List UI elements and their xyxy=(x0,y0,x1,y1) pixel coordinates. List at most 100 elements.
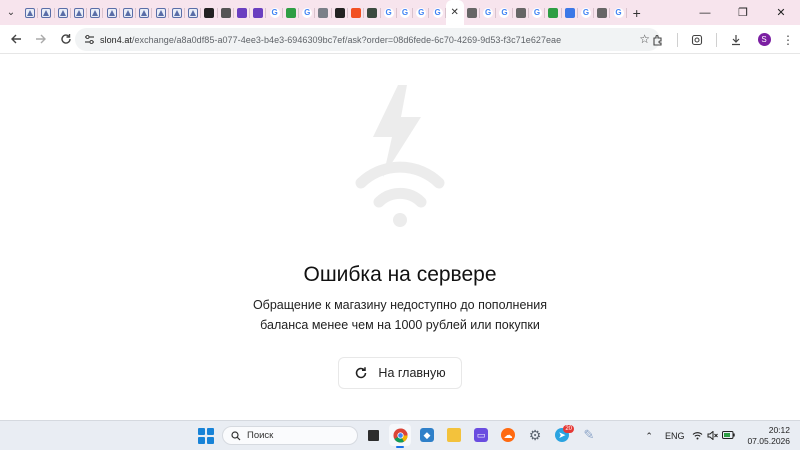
tab-active[interactable]: ✕ xyxy=(445,0,464,25)
minimize-icon[interactable]: — xyxy=(686,0,724,25)
profile-initial: S xyxy=(757,33,771,46)
tab[interactable] xyxy=(315,0,332,25)
taskbar: Поиск ◆ ▭ ☁ ⚙ ➤ 20 ✎ ⌃ ENG 20:12 07.05.2… xyxy=(0,420,800,450)
tab[interactable] xyxy=(201,0,218,25)
google-icon: G xyxy=(499,7,510,18)
tab[interactable] xyxy=(152,0,169,25)
settings-gear-icon[interactable]: ⚙ xyxy=(524,424,546,446)
tab[interactable] xyxy=(55,0,72,25)
tab[interactable] xyxy=(234,0,251,25)
tab[interactable]: G xyxy=(480,0,497,25)
tab[interactable] xyxy=(562,0,579,25)
tab[interactable]: G xyxy=(299,0,316,25)
clock[interactable]: 20:12 07.05.2026 xyxy=(747,425,790,447)
tab[interactable]: G xyxy=(529,0,546,25)
google-icon: G xyxy=(269,7,280,18)
browser-menu-icon[interactable]: ⋮ xyxy=(776,25,800,54)
language-indicator[interactable]: ENG xyxy=(665,431,685,441)
ad-icon xyxy=(188,7,199,18)
close-tab-icon[interactable]: ✕ xyxy=(451,7,459,18)
ad-icon xyxy=(41,7,52,18)
tab[interactable] xyxy=(332,0,349,25)
circle-icon xyxy=(220,7,231,18)
tab[interactable] xyxy=(38,0,55,25)
chrome-icon[interactable] xyxy=(389,424,411,448)
tab[interactable] xyxy=(250,0,267,25)
microsoft-icon xyxy=(351,7,362,18)
address-bar[interactable]: slon4.at/exchange/a8a0df85-a077-4ee3-b4e… xyxy=(75,28,660,51)
telegram-icon[interactable]: ➤ 20 xyxy=(551,424,574,446)
volume-muted-icon[interactable] xyxy=(707,429,719,442)
ad-icon xyxy=(90,7,101,18)
telegram-unread-badge: 20 xyxy=(563,425,574,433)
tab[interactable]: G xyxy=(397,0,414,25)
home-button[interactable]: На главную xyxy=(338,357,462,389)
forward-arrow-icon[interactable] xyxy=(28,27,53,52)
clock-time: 20:12 xyxy=(768,425,790,435)
tab[interactable] xyxy=(169,0,186,25)
tab[interactable] xyxy=(513,0,530,25)
github-icon xyxy=(204,7,215,18)
tab[interactable] xyxy=(218,0,235,25)
wifi-icon[interactable] xyxy=(692,431,703,442)
ad-icon xyxy=(171,7,182,18)
tab[interactable] xyxy=(22,0,39,25)
extensions-icon[interactable] xyxy=(642,25,674,54)
tab[interactable]: G xyxy=(381,0,398,25)
tab[interactable] xyxy=(464,0,481,25)
ad-icon xyxy=(122,7,133,18)
tab[interactable] xyxy=(87,0,104,25)
tab[interactable] xyxy=(103,0,121,25)
tab[interactable] xyxy=(364,0,381,25)
tab-list: GGGGGG xyxy=(22,0,447,25)
error-title: Ошибка на сервере xyxy=(303,263,497,286)
tab[interactable] xyxy=(348,0,365,25)
restore-icon[interactable]: ❐ xyxy=(724,0,762,25)
dark-app-icon xyxy=(367,7,378,18)
windows-start-icon[interactable] xyxy=(198,428,214,444)
tab[interactable]: G xyxy=(266,0,284,25)
toolbar-divider xyxy=(677,32,678,47)
ad-icon xyxy=(57,7,68,18)
url-text[interactable]: slon4.at/exchange/a8a0df85-a077-4ee3-b4e… xyxy=(100,35,561,45)
task-view-icon[interactable] xyxy=(362,424,384,446)
google-icon: G xyxy=(532,7,543,18)
globe-icon xyxy=(515,7,526,18)
github-icon xyxy=(334,7,345,18)
tab[interactable] xyxy=(283,0,300,25)
site-settings-icon[interactable] xyxy=(78,35,100,44)
tab[interactable] xyxy=(545,0,562,25)
server-error-illustration-icon xyxy=(355,85,445,227)
tab[interactable]: G xyxy=(413,0,430,25)
tab[interactable] xyxy=(185,0,202,25)
tab[interactable] xyxy=(71,0,88,25)
taskbar-search[interactable]: Поиск xyxy=(222,426,358,445)
file-explorer-icon[interactable] xyxy=(443,424,465,446)
taskbar-apps: ◆ ▭ ☁ ⚙ ➤ 20 ✎ xyxy=(362,424,600,448)
tab-search-chevron-icon[interactable]: ⌄ xyxy=(0,0,22,25)
ad-icon xyxy=(106,7,117,18)
soundcloud-icon[interactable]: ☁ xyxy=(497,424,519,446)
green-x-icon xyxy=(285,7,296,18)
tab[interactable]: G xyxy=(578,0,595,25)
download-icon[interactable] xyxy=(720,25,752,54)
new-tab-button[interactable]: + xyxy=(627,0,647,25)
paint-app-icon[interactable]: ✎ xyxy=(578,424,600,446)
google-lens-icon[interactable] xyxy=(681,25,713,54)
search-icon xyxy=(231,430,241,440)
tab[interactable]: G xyxy=(429,0,447,25)
profile-avatar[interactable]: S xyxy=(752,25,776,54)
purple-app-icon[interactable]: ▭ xyxy=(470,424,492,446)
battery-icon[interactable] xyxy=(722,431,736,441)
chevron-up-icon[interactable]: ⌃ xyxy=(645,431,653,442)
back-arrow-icon[interactable] xyxy=(3,27,28,52)
close-window-icon[interactable]: ✕ xyxy=(762,0,800,25)
google-icon: G xyxy=(613,7,624,18)
tab[interactable] xyxy=(120,0,137,25)
shield-app-icon[interactable]: ◆ xyxy=(416,424,438,446)
google-icon: G xyxy=(483,7,494,18)
tab[interactable]: G xyxy=(610,0,627,25)
tab[interactable] xyxy=(594,0,611,25)
tab[interactable]: G xyxy=(496,0,513,25)
tab[interactable] xyxy=(136,0,153,25)
